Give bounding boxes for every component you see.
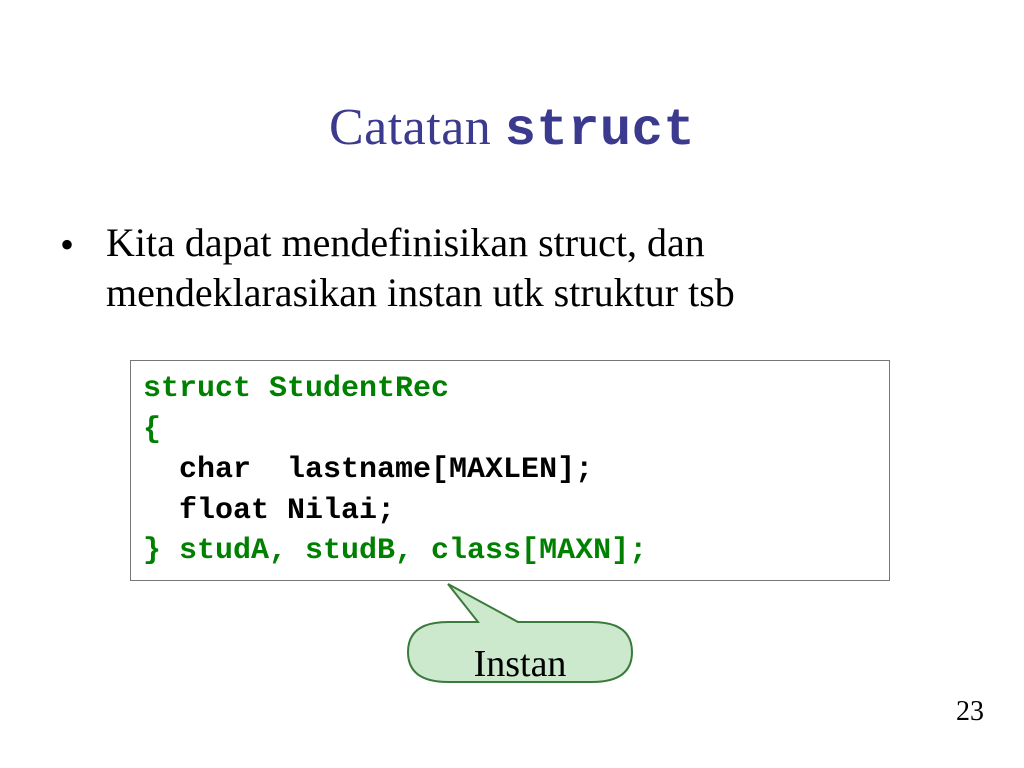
code-line-1: struct StudentRec: [143, 369, 877, 410]
code-line-4: float Nilai;: [143, 491, 877, 532]
slide-title: Catatan struct: [0, 98, 1024, 160]
code-line-3: char lastname[MAXLEN];: [143, 450, 877, 491]
code-line-3-text: char lastname[MAXLEN];: [143, 453, 593, 487]
bullet-text: Kita dapat mendefinisikan struct, dan me…: [60, 218, 944, 318]
callout-label: Instan: [388, 642, 652, 686]
bullet-dot-icon: •: [60, 220, 74, 270]
code-line-4-text: float Nilai;: [143, 494, 395, 528]
code-line-5: } studA, studB, class[MAXN];: [143, 531, 877, 572]
title-text-serif: Catatan: [329, 99, 505, 156]
bullet-item: • Kita dapat mendefinisikan struct, dan …: [60, 218, 944, 318]
page-number: 23: [956, 696, 984, 728]
slide: Catatan struct • Kita dapat mendefinisik…: [0, 0, 1024, 768]
code-box: struct StudentRec { char lastname[MAXLEN…: [130, 360, 890, 581]
callout: Instan: [388, 582, 652, 722]
code-line-2: {: [143, 410, 877, 451]
title-text-mono: struct: [505, 101, 695, 160]
